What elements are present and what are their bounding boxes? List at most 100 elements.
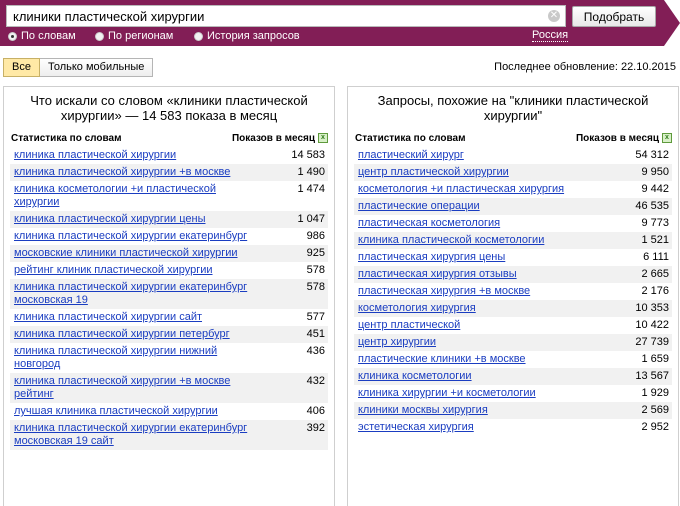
shows-count: 1 659 (641, 353, 669, 365)
col-shows-label: Показов в месяц (575, 132, 659, 144)
shows-count: 436 (306, 345, 325, 357)
phrase-link[interactable]: эстетическая хирургия (358, 421, 474, 434)
phrase-link[interactable]: клиника косметологии (358, 370, 472, 383)
table-row: московские клиники пластической хирургии… (10, 245, 328, 262)
mode-by-regions[interactable]: По регионам (95, 30, 173, 42)
phrase-link[interactable]: клиника пластической хирургии петербург (14, 328, 230, 341)
phrase-link[interactable]: рейтинг клиник пластической хирургии (14, 264, 213, 277)
phrase-link[interactable]: пластический хирург (358, 149, 464, 162)
right-panel: Запросы, похожие на "клиники пластическо… (347, 86, 679, 506)
left-rows: клиника пластической хирургии 14 583 клини… (10, 147, 328, 450)
phrase-link[interactable]: клиники москвы хирургия (358, 404, 488, 417)
table-row: клиника косметологии +и пластической хир… (10, 181, 328, 211)
phrase-link[interactable]: клиника хирургии +и косметологии (358, 387, 536, 400)
shows-count: 925 (306, 247, 325, 259)
shows-count: 986 (306, 230, 325, 242)
table-row: эстетическая хирургия 2 952 (354, 419, 672, 436)
phrase-link[interactable]: пластическая косметология (358, 217, 500, 230)
table-row: лучшая клиника пластической хирургии 406 (10, 403, 328, 420)
phrase-link[interactable]: пластическая хирургия цены (358, 251, 505, 264)
phrase-link[interactable]: косметология хирургия (358, 302, 476, 315)
table-row: клиника пластической хирургии +в москве … (10, 373, 328, 403)
phrase-link[interactable]: клиника пластической хирургии +в москве (14, 166, 230, 179)
table-row: клиника пластической хирургии сайт 577 (10, 309, 328, 326)
col-shows-header: Показов в месяц x (232, 133, 328, 144)
search-header: ✕ Подобрать По словам По регионам Истори… (0, 0, 680, 46)
filter-mobile-button[interactable]: Только мобильные (39, 58, 154, 77)
mode-label: История запросов (207, 30, 300, 42)
column-headers: Статистика по словам Показов в месяц x (11, 131, 328, 145)
table-row: рейтинг клиник пластической хирургии 578 (10, 262, 328, 279)
shows-count: 9 950 (641, 166, 669, 178)
table-row: центр пластической хирургии 9 950 (354, 164, 672, 181)
phrase-link[interactable]: московские клиники пластической хирургии (14, 247, 238, 260)
radio-icon[interactable] (194, 31, 203, 41)
phrase-link[interactable]: косметология +и пластическая хирургия (358, 183, 564, 196)
shows-count: 14 583 (291, 149, 325, 161)
table-row: клиника пластической хирургии петербург 4… (10, 326, 328, 343)
phrase-link[interactable]: пластическая хирургия отзывы (358, 268, 517, 281)
shows-count: 6 111 (643, 251, 669, 263)
phrase-link[interactable]: центр хирургии (358, 336, 436, 349)
shows-count: 406 (306, 405, 325, 417)
table-row: пластические операции 46 535 (354, 198, 672, 215)
phrase-link[interactable]: клиника пластической хирургии +в москве … (14, 375, 264, 401)
shows-count: 432 (306, 375, 325, 387)
radio-icon[interactable] (95, 31, 104, 41)
mode-history[interactable]: История запросов (194, 30, 300, 42)
phrase-link[interactable]: лучшая клиника пластической хирургии (14, 405, 218, 418)
col-shows-label: Показов в месяц (231, 132, 315, 144)
table-row: клиника пластической хирургии нижний нов… (10, 343, 328, 373)
phrase-link[interactable]: клиника косметологии +и пластической хир… (14, 183, 264, 209)
shows-count: 2 176 (641, 285, 669, 297)
shows-count: 578 (306, 281, 325, 293)
phrase-link[interactable]: клиника пластической хирургии екатеринбу… (14, 230, 247, 243)
submit-button[interactable]: Подобрать (572, 6, 656, 27)
table-row: клиники москвы хирургия 2 569 (354, 402, 672, 419)
radio-checked-icon[interactable] (8, 31, 17, 41)
mode-by-words[interactable]: По словам (8, 30, 76, 42)
phrase-link[interactable]: клиника пластической хирургии екатеринбу… (14, 281, 264, 307)
table-row: пластическая хирургия +в москве 2 176 (354, 283, 672, 300)
shows-count: 10 353 (635, 302, 669, 314)
region-link[interactable]: Россия (532, 29, 569, 42)
shows-count: 13 567 (635, 370, 669, 382)
phrase-link[interactable]: пластические операции (358, 200, 480, 213)
clear-icon[interactable]: ✕ (548, 10, 560, 22)
shows-count: 1 047 (297, 213, 325, 225)
shows-count: 2 952 (641, 421, 669, 433)
mode-label: По регионам (108, 30, 174, 42)
last-update: Последнее обновление: 22.10.2015 (494, 61, 676, 73)
shows-count: 1 474 (297, 183, 325, 195)
excel-export-icon[interactable]: x (662, 133, 672, 143)
right-rows: пластический хирург 54 312 центр пластичес… (354, 147, 672, 436)
shows-count: 1 521 (641, 234, 669, 246)
table-row: пластические клиники +в москве 1 659 (354, 351, 672, 368)
phrase-link[interactable]: пластические клиники +в москве (358, 353, 526, 366)
column-headers: Статистика по словам Показов в месяц x (355, 131, 672, 145)
phrase-link[interactable]: клиника пластической хирургии екатеринбу… (14, 422, 264, 448)
mode-label: По словам (21, 30, 76, 42)
phrase-link[interactable]: клиника пластической хирургии нижний нов… (14, 345, 264, 371)
phrase-link[interactable]: клиника пластической хирургии (14, 149, 176, 162)
shows-count: 9 442 (641, 183, 669, 195)
left-panel: Что искали со словом «клиники пластическ… (3, 86, 335, 506)
phrase-link[interactable]: пластическая хирургия +в москве (358, 285, 530, 298)
excel-export-icon[interactable]: x (318, 133, 328, 143)
shows-count: 46 535 (635, 200, 669, 212)
col-shows-header: Показов в месяц x (576, 133, 672, 144)
table-row: клиника пластической хирургии цены 1 047 (10, 211, 328, 228)
phrase-link[interactable]: клиника пластической косметологии (358, 234, 544, 247)
search-input[interactable] (6, 5, 566, 27)
shows-count: 392 (306, 422, 325, 434)
table-row: клиника пластической хирургии екатеринбу… (10, 228, 328, 245)
device-filter: Все Только мобильные (3, 58, 154, 77)
phrase-link[interactable]: клиника пластической хирургии сайт (14, 311, 202, 324)
phrase-link[interactable]: клиника пластической хирургии цены (14, 213, 206, 226)
phrase-link[interactable]: центр пластической (358, 319, 460, 332)
shows-count: 10 422 (635, 319, 669, 331)
panel-title: Что искали со словом «клиники пластическ… (30, 93, 308, 123)
shows-count: 1 929 (641, 387, 669, 399)
filter-all-button[interactable]: Все (3, 58, 40, 77)
phrase-link[interactable]: центр пластической хирургии (358, 166, 509, 179)
